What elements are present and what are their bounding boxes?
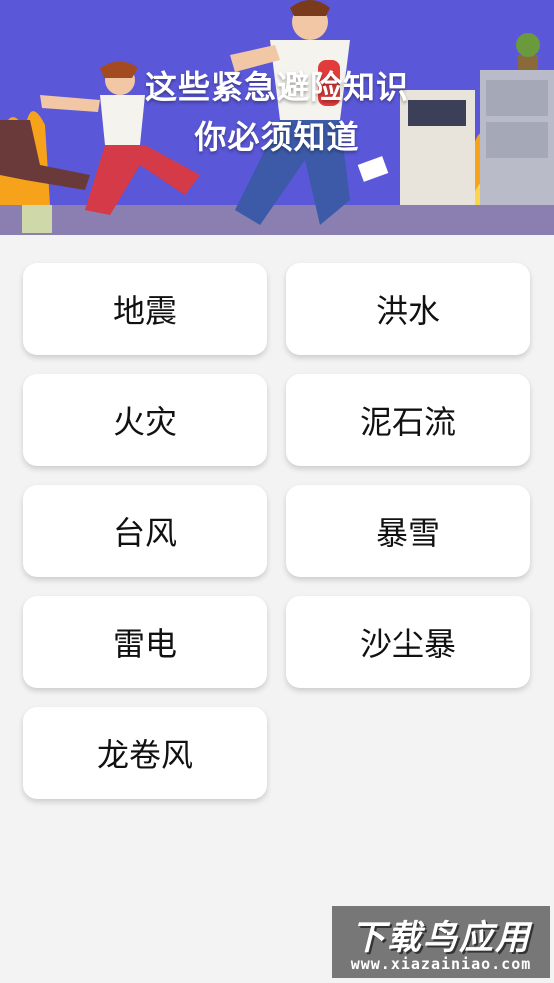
thunder-lightning-button[interactable]: 雷电 bbox=[23, 596, 267, 688]
flood-button[interactable]: 洪水 bbox=[286, 263, 530, 355]
watermark-url: www.xiazainiao.com bbox=[350, 955, 532, 973]
sandstorm-button[interactable]: 沙尘暴 bbox=[286, 596, 530, 688]
watermark-brand: 下载鸟应用 bbox=[351, 918, 531, 958]
banner-title-line1: 这些紧急避险知识 bbox=[144, 68, 409, 106]
banner-title-line2: 你必须知道 bbox=[194, 118, 360, 156]
watermark-logo: 下载鸟应用 www.xiazainiao.com bbox=[332, 906, 550, 978]
blizzard-button[interactable]: 暴雪 bbox=[286, 485, 530, 577]
typhoon-button[interactable]: 台风 bbox=[23, 485, 267, 577]
tornado-button[interactable]: 龙卷风 bbox=[23, 707, 267, 799]
mudslide-button[interactable]: 泥石流 bbox=[286, 374, 530, 466]
banner-illustration: 这些紧急避险知识 你必须知道 bbox=[0, 0, 554, 235]
fire-button[interactable]: 火灾 bbox=[23, 374, 267, 466]
earthquake-button[interactable]: 地震 bbox=[23, 263, 267, 355]
